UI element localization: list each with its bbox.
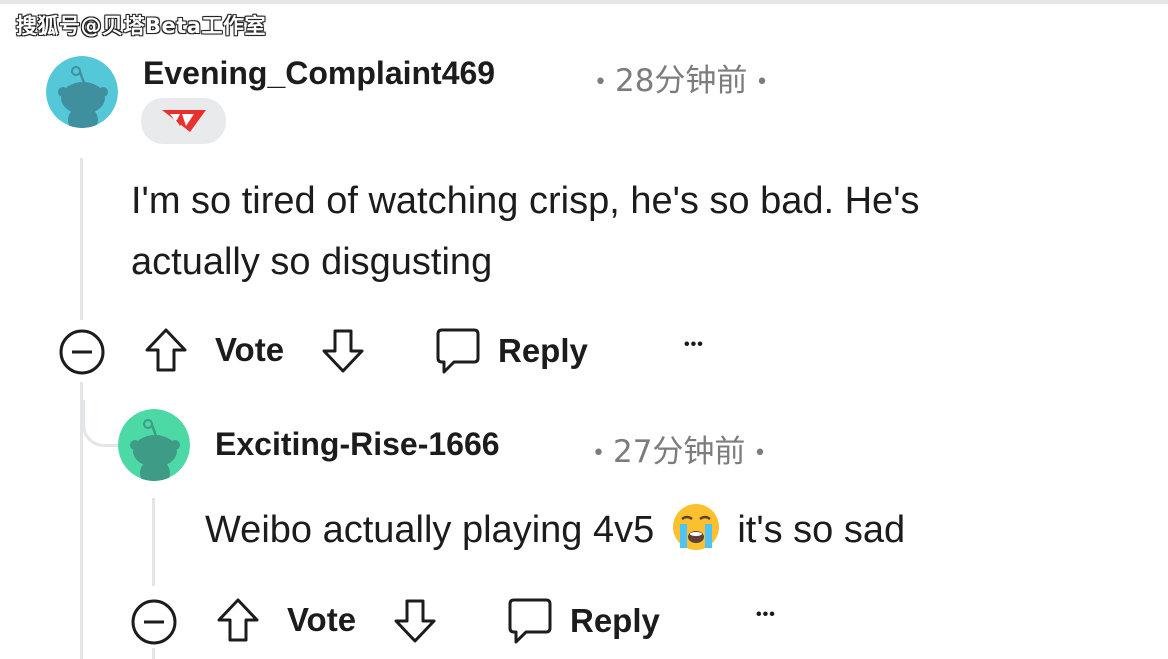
upvote-button[interactable] — [215, 597, 261, 643]
user-flair — [141, 98, 226, 144]
reddit-snoo-avatar-icon — [46, 56, 118, 128]
vote-count: Vote — [287, 601, 356, 639]
reply-bubble-icon — [436, 328, 480, 374]
separator-dot: • — [753, 441, 767, 466]
collapse-minus-icon — [131, 599, 177, 645]
collapse-minus-icon — [59, 329, 105, 375]
separator-dot: • — [592, 441, 605, 466]
reply-label: Reply — [570, 602, 660, 639]
vote-label: Vote — [287, 601, 357, 638]
downvote-arrow-icon — [394, 599, 436, 643]
top-divider — [0, 0, 1168, 4]
separator-dot: • — [594, 70, 607, 95]
more-options-icon: ••• — [756, 606, 776, 623]
more-options-icon: ••• — [684, 336, 704, 353]
upvote-button[interactable] — [143, 327, 189, 373]
separator-dot: • — [755, 70, 769, 95]
comment-time: 28分钟前 — [614, 63, 748, 99]
reply-button[interactable]: Reply — [504, 596, 660, 646]
upvote-arrow-icon — [145, 328, 187, 372]
comment-body: Weibo actually playing 4v5 it's so sad — [205, 500, 905, 571]
collapse-button[interactable] — [58, 328, 106, 376]
reply-bubble-icon — [508, 598, 552, 644]
downvote-button[interactable] — [392, 598, 438, 644]
team-logo-icon — [161, 110, 206, 132]
comment-time: 27分钟前 — [612, 434, 746, 470]
collapse-button[interactable] — [130, 598, 178, 646]
comment-username[interactable]: Evening_Complaint469 — [143, 55, 495, 92]
reply-label: Reply — [498, 332, 588, 369]
vote-count: Vote — [215, 331, 284, 369]
comment-meta: • 28分钟前 • — [586, 55, 776, 100]
comment-body-text: it's so sad — [737, 509, 906, 551]
reply-button[interactable]: Reply — [432, 326, 588, 376]
comment-body-line: actually so disgusting — [131, 241, 493, 283]
thread-line-main — [80, 158, 83, 320]
comment-body-line: I'm so tired of watching crisp, he's so … — [131, 180, 920, 222]
upvote-arrow-icon — [217, 598, 259, 642]
more-options-button[interactable]: ••• — [756, 606, 776, 624]
comment-body-text: Weibo actually playing 4v5 — [205, 509, 655, 551]
watermark-text: 搜狐号@贝塔Beta工作室 — [16, 14, 266, 38]
comment-body: I'm so tired of watching crisp, he's so … — [131, 171, 1131, 293]
reddit-snoo-avatar-icon — [118, 409, 190, 481]
vote-label: Vote — [215, 331, 285, 368]
thread-line-reply — [152, 498, 155, 586]
comment-username[interactable]: Exciting-Rise-1666 — [215, 426, 500, 463]
downvote-button[interactable] — [320, 328, 366, 374]
downvote-arrow-icon — [322, 329, 364, 373]
more-options-button[interactable]: ••• — [684, 336, 704, 354]
thread-line-reply-lower — [152, 648, 155, 659]
avatar[interactable] — [46, 56, 118, 128]
avatar[interactable] — [118, 409, 190, 481]
comment-meta: • 27分钟前 • — [584, 426, 774, 471]
loudly-crying-face-icon — [671, 502, 721, 571]
